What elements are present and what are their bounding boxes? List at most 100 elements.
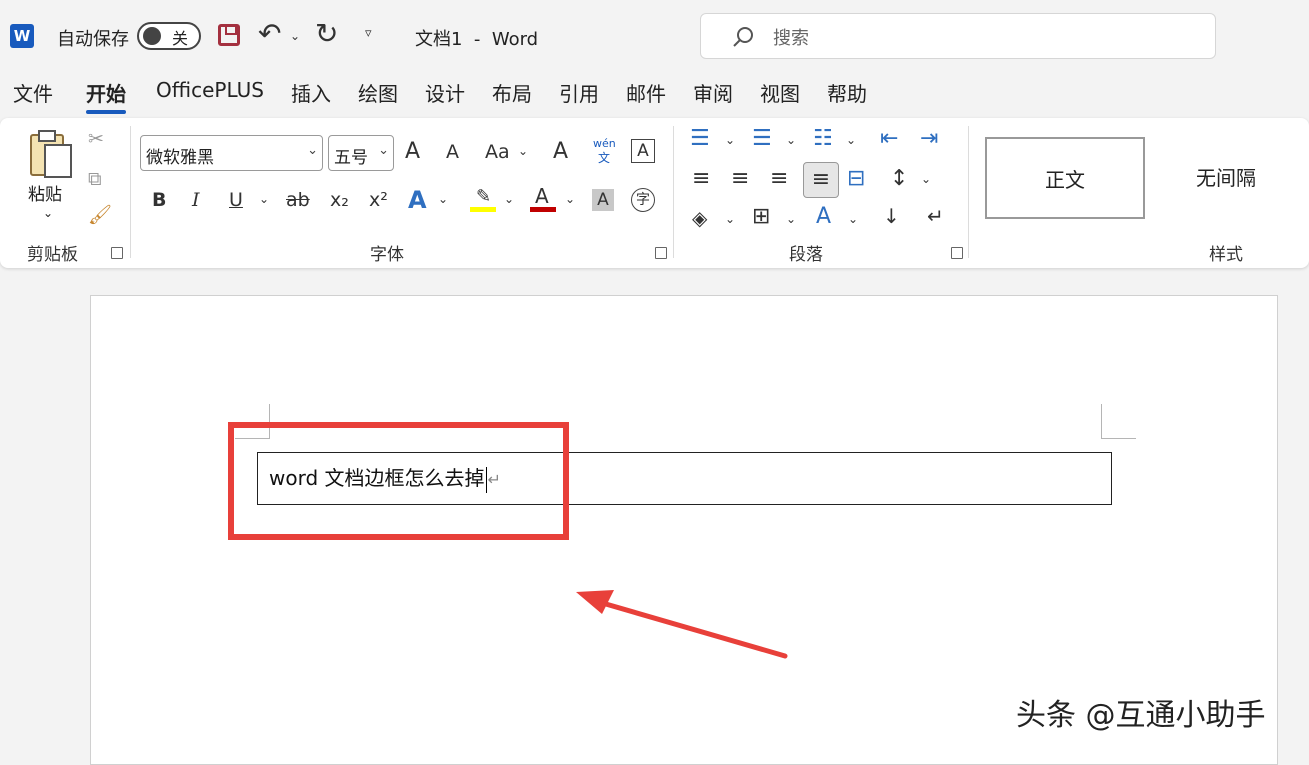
- bullets-icon[interactable]: ☰: [690, 128, 710, 150]
- tab-review[interactable]: 审阅: [693, 78, 733, 107]
- redo-icon[interactable]: ↻: [315, 17, 338, 50]
- chevron-down-icon: ⌄: [378, 143, 389, 158]
- clear-formatting-icon[interactable]: A: [553, 141, 568, 163]
- shading-icon[interactable]: ◈: [692, 208, 707, 228]
- font-group-label: 字体: [370, 245, 404, 265]
- justify-icon[interactable]: ≡: [803, 162, 839, 198]
- enclosed-character-icon[interactable]: 字: [631, 188, 655, 212]
- customize-toolbar-icon[interactable]: ▿: [365, 26, 372, 41]
- chevron-down-icon[interactable]: ⌄: [786, 213, 796, 225]
- search-icon: [733, 27, 753, 47]
- title-bar: W 自动保存 关 ↶ ⌄ ↻ ▿ 文档1 - Word 搜索: [0, 0, 1309, 72]
- align-left-icon[interactable]: ≡: [692, 168, 710, 190]
- tab-help[interactable]: 帮助: [827, 78, 867, 107]
- chevron-down-icon: ⌄: [307, 143, 318, 158]
- paste-dropdown-icon[interactable]: ⌄: [43, 206, 53, 220]
- show-marks-icon[interactable]: ↵: [927, 206, 944, 226]
- shrink-font-icon[interactable]: A: [446, 143, 459, 162]
- watermark: 头条 @互通小助手: [1016, 698, 1266, 733]
- change-case-icon[interactable]: Aa: [485, 143, 510, 162]
- chevron-down-icon[interactable]: ⌄: [259, 193, 269, 205]
- phonetic-guide-top[interactable]: wén: [593, 138, 616, 149]
- decrease-indent-icon[interactable]: ⇤: [880, 128, 898, 150]
- chevron-down-icon[interactable]: ⌄: [725, 134, 735, 146]
- chevron-down-icon[interactable]: ⌄: [921, 173, 931, 185]
- style-normal[interactable]: 正文: [985, 137, 1145, 219]
- format-painter-icon[interactable]: 🖌: [88, 206, 112, 225]
- chevron-down-icon[interactable]: ⌄: [518, 145, 528, 157]
- grow-font-icon[interactable]: A: [405, 141, 420, 163]
- tab-file[interactable]: 文件: [13, 78, 53, 107]
- bold-button[interactable]: B: [152, 191, 166, 210]
- font-name-value: 微软雅黑: [146, 148, 214, 168]
- chevron-down-icon[interactable]: ⌄: [846, 134, 856, 146]
- increase-indent-icon[interactable]: ⇥: [920, 128, 938, 150]
- text-effects-icon[interactable]: A: [408, 188, 427, 212]
- font-dialog-launcher-icon[interactable]: [655, 247, 667, 259]
- copy-icon[interactable]: ⧉: [88, 170, 102, 189]
- paragraph-dialog-launcher-icon[interactable]: [951, 247, 963, 259]
- autosave-toggle[interactable]: 关: [137, 22, 201, 50]
- clipboard-group-label: 剪贴板: [27, 245, 78, 265]
- highlight-box: [228, 422, 569, 540]
- numbering-icon[interactable]: ☰: [752, 128, 772, 150]
- subscript-button[interactable]: x₂: [330, 191, 349, 210]
- font-name-combo[interactable]: 微软雅黑 ⌄: [140, 135, 323, 171]
- paste-label[interactable]: 粘贴: [28, 180, 62, 205]
- tab-insert[interactable]: 插入: [291, 78, 331, 107]
- highlight-color-icon[interactable]: ✎: [470, 186, 496, 212]
- font-color-icon[interactable]: A: [530, 184, 556, 212]
- character-border-icon[interactable]: A: [631, 139, 655, 163]
- chevron-down-icon[interactable]: ⌄: [725, 213, 735, 225]
- font-size-combo[interactable]: 五号 ⌄: [328, 135, 394, 171]
- superscript-button[interactable]: x²: [369, 191, 388, 210]
- strikethrough-button[interactable]: ab: [286, 191, 310, 210]
- styles-group-label: 样式: [1209, 245, 1243, 265]
- font-size-value: 五号: [334, 148, 368, 168]
- tab-mailings[interactable]: 邮件: [626, 78, 666, 107]
- clipboard-dialog-launcher-icon[interactable]: [111, 247, 123, 259]
- save-icon[interactable]: [218, 24, 240, 46]
- search-box[interactable]: 搜索: [700, 13, 1216, 59]
- chevron-down-icon[interactable]: ⌄: [786, 134, 796, 146]
- align-center-icon[interactable]: ≡: [731, 168, 749, 190]
- chevron-down-icon[interactable]: ⌄: [438, 193, 448, 205]
- borders-icon[interactable]: ⊞: [752, 206, 770, 228]
- autosave-label: 自动保存: [57, 29, 129, 50]
- tab-design[interactable]: 设计: [425, 78, 465, 107]
- separator: [968, 126, 969, 258]
- underline-button[interactable]: U: [229, 191, 243, 210]
- tab-officeplus[interactable]: OfficePLUS: [156, 78, 264, 102]
- style-no-spacing[interactable]: 无间隔: [1146, 137, 1306, 219]
- chevron-down-icon[interactable]: ⌄: [504, 193, 514, 205]
- separator: [673, 126, 674, 258]
- asian-layout-icon[interactable]: A: [816, 206, 831, 228]
- undo-icon[interactable]: ↶: [258, 17, 281, 50]
- distributed-icon[interactable]: ⊟: [847, 168, 865, 190]
- autosave-state: 关: [172, 29, 189, 48]
- cut-icon[interactable]: ✂: [88, 130, 104, 149]
- multilevel-list-icon[interactable]: ☷: [813, 128, 833, 150]
- active-tab-indicator: [86, 110, 126, 114]
- tab-references[interactable]: 引用: [559, 78, 599, 107]
- tab-home[interactable]: 开始: [86, 78, 126, 107]
- tab-draw[interactable]: 绘图: [358, 78, 398, 107]
- annotation-arrow: [576, 590, 788, 659]
- tab-layout[interactable]: 布局: [492, 78, 532, 107]
- tab-view[interactable]: 视图: [760, 78, 800, 107]
- toggle-knob: [143, 27, 161, 45]
- line-spacing-icon[interactable]: ↕: [890, 168, 908, 190]
- character-shading-icon[interactable]: A: [592, 189, 614, 211]
- undo-dropdown-icon[interactable]: ⌄: [290, 29, 300, 43]
- chevron-down-icon[interactable]: ⌄: [565, 193, 575, 205]
- margin-corner-top-right: [1101, 404, 1136, 439]
- paste-icon[interactable]: [28, 130, 72, 178]
- word-logo-icon: W: [10, 24, 34, 48]
- sort-icon[interactable]: ↓: [883, 206, 900, 226]
- phonetic-guide-bottom[interactable]: 文: [598, 152, 610, 164]
- chevron-down-icon[interactable]: ⌄: [848, 213, 858, 225]
- italic-button[interactable]: I: [192, 191, 200, 210]
- paragraph-group-label: 段落: [789, 245, 823, 265]
- ribbon-tabs: 文件 开始 OfficePLUS 插入 绘图 设计 布局 引用 邮件 审阅 视图…: [0, 78, 1309, 114]
- align-right-icon[interactable]: ≡: [770, 168, 788, 190]
